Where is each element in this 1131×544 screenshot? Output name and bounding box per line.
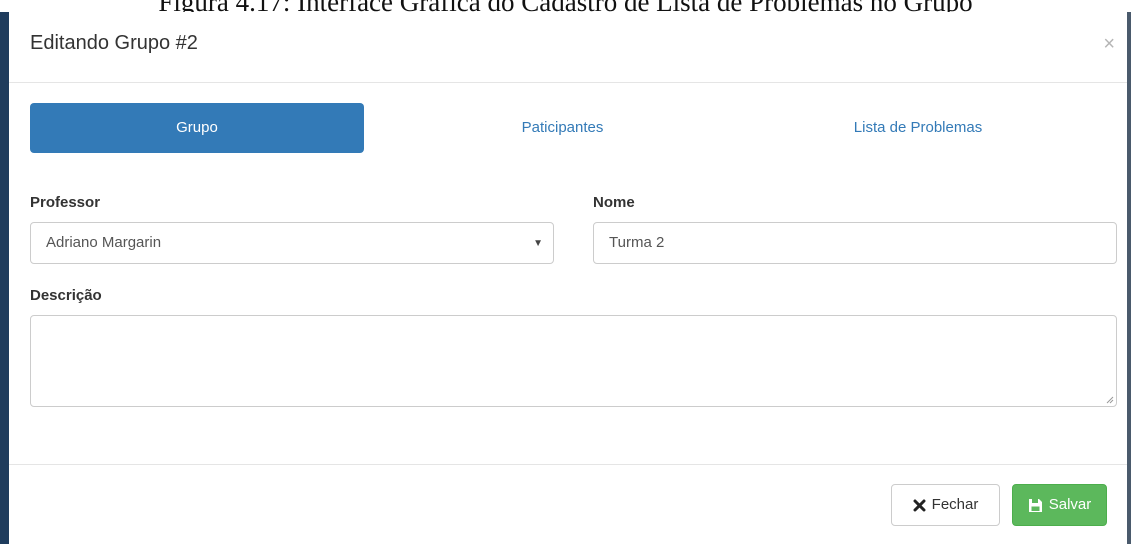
floppy-disk-icon (1028, 498, 1043, 513)
professor-select-value: Adriano Margarin (46, 234, 162, 251)
modal-backdrop-right (1127, 12, 1131, 544)
tab-lista-de-problemas[interactable]: Lista de Problemas (740, 103, 1096, 153)
descricao-textarea[interactable] (30, 315, 1117, 407)
professor-label: Professor (30, 194, 101, 211)
close-icon[interactable]: × (1103, 33, 1115, 56)
salvar-label: Salvar (1048, 496, 1092, 513)
fechar-label: Fechar (931, 496, 979, 513)
times-icon (913, 499, 926, 512)
modal-header: Editando Grupo #2 × (9, 12, 1127, 83)
descricao-label: Descrição (30, 287, 102, 304)
modal-footer: Fechar Salvar (9, 464, 1127, 544)
tab-grupo[interactable]: Grupo (30, 103, 364, 153)
professor-select[interactable]: Adriano Margarin ▼ (30, 222, 554, 264)
tab-bar: Grupo Paticipantes Lista de Problemas (30, 103, 1096, 153)
edit-group-modal: Editando Grupo #2 × Grupo Paticipantes L… (9, 12, 1127, 544)
salvar-button[interactable]: Salvar (1012, 484, 1107, 526)
resize-handle-icon[interactable] (1106, 396, 1114, 404)
nome-label: Nome (593, 194, 635, 211)
chevron-down-icon: ▼ (533, 238, 543, 249)
nome-input[interactable]: Turma 2 (593, 222, 1117, 264)
nome-input-value: Turma 2 (609, 234, 665, 251)
fechar-button[interactable]: Fechar (891, 484, 1000, 526)
modal-title: Editando Grupo #2 (30, 32, 198, 54)
modal-backdrop (0, 12, 9, 544)
tab-participantes[interactable]: Paticipantes (385, 103, 740, 153)
